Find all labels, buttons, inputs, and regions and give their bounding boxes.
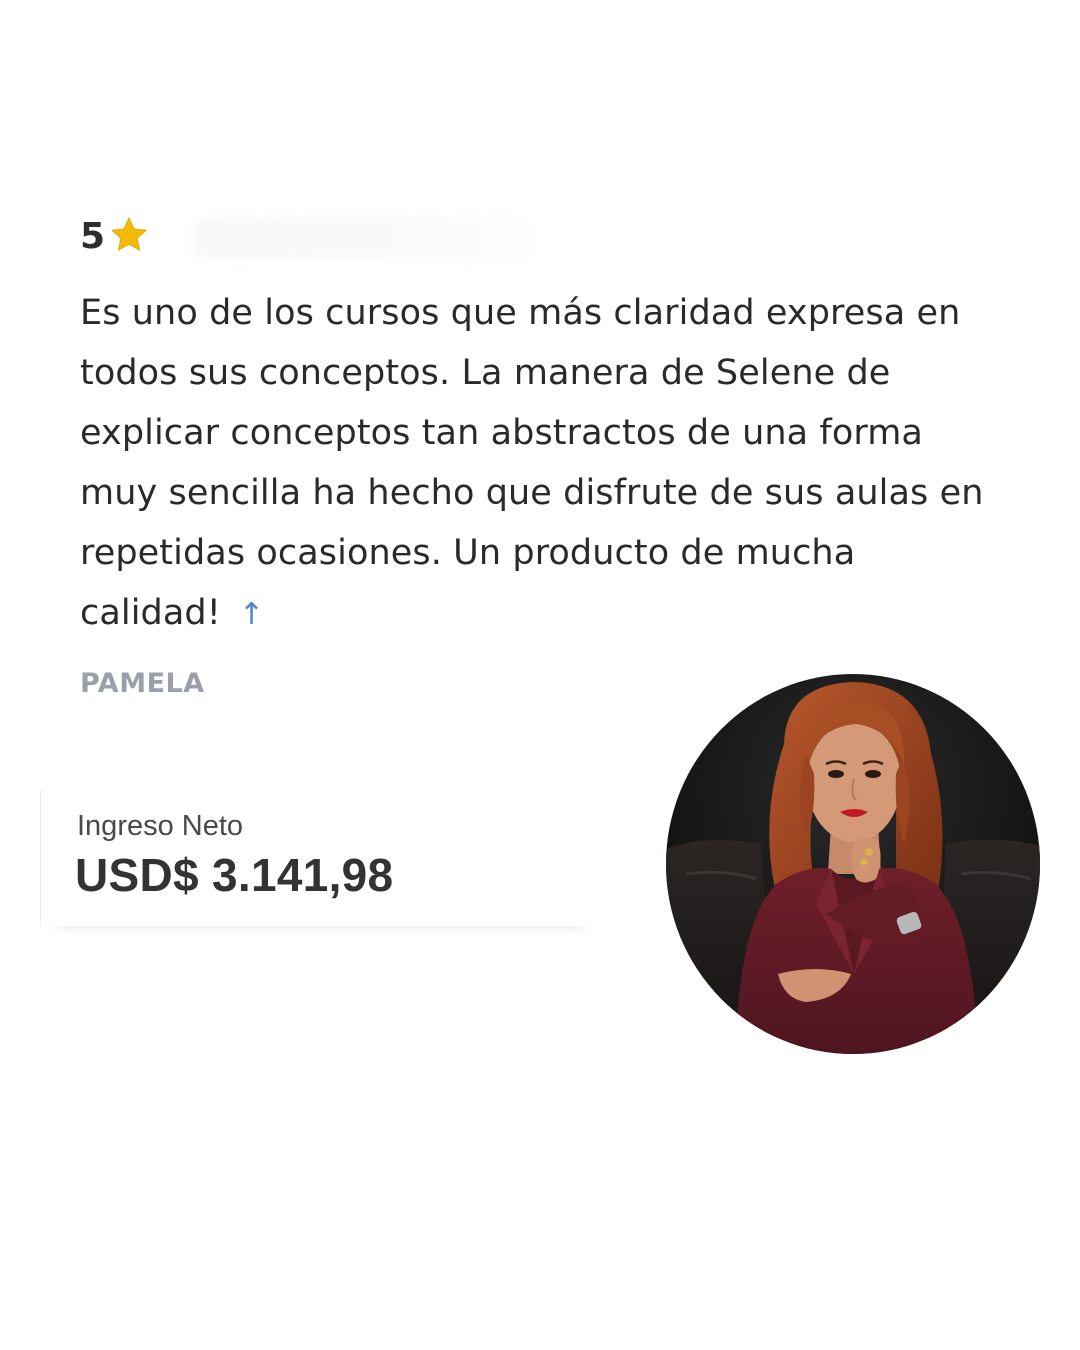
income-card: Ingreso Neto USD$ 3.141,98 [40, 790, 601, 926]
income-label: Ingreso Neto [77, 810, 244, 842]
instructor-photo [666, 674, 1040, 1054]
review-rating: 5 [80, 212, 149, 262]
blurred-review-meta [190, 218, 535, 260]
review-body: Es uno de los cursos que más claridad ex… [80, 293, 984, 633]
reviewer-name: PAMELA [80, 668, 205, 699]
star-icon [111, 217, 147, 251]
income-value: USD$ 3.141,98 [75, 849, 394, 901]
rating-value: 5 [80, 216, 106, 257]
review-text: Es uno de los cursos que más claridad ex… [80, 283, 990, 645]
arrow-up-icon[interactable]: ↑ [239, 597, 264, 632]
